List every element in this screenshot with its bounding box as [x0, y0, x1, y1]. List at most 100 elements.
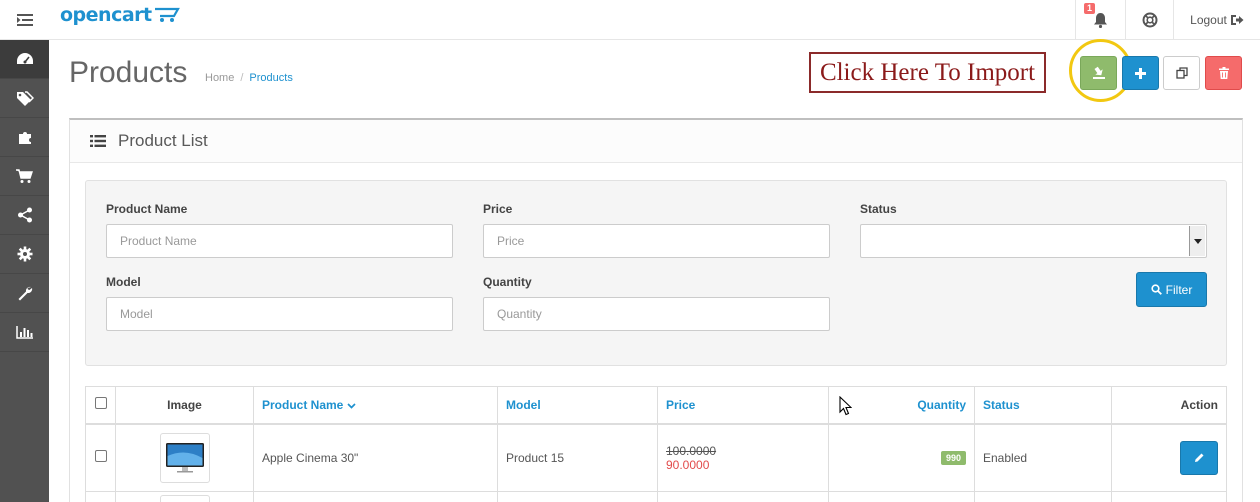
- panel-heading: Product List: [70, 120, 1242, 163]
- puzzle-icon: [18, 132, 31, 144]
- product-name-label: Product Name: [106, 202, 188, 216]
- search-icon: [1151, 284, 1162, 295]
- product-thumbnail: [159, 432, 210, 483]
- logout-button[interactable]: Logout: [1173, 0, 1260, 40]
- row-select-cell: [85, 491, 116, 502]
- product-table: Image Product Name Model Price Quantity …: [85, 386, 1227, 502]
- pencil-icon: [1194, 453, 1203, 463]
- row-quantity-cell: [828, 491, 975, 502]
- page-title: Products: [69, 56, 188, 89]
- menu-icon: [16, 14, 33, 26]
- sign-out-icon: [1230, 15, 1244, 25]
- opencart-logo[interactable]: opencart: [60, 4, 180, 26]
- col-product-name-label: Product Name: [262, 397, 344, 412]
- bell-icon: [1094, 13, 1107, 28]
- product-thumbnail: [159, 494, 210, 502]
- breadcrumb: Home / Products: [205, 72, 293, 84]
- row-action-cell: [1111, 491, 1227, 502]
- row-quantity-cell: 990: [828, 423, 975, 492]
- col-action: Action: [1111, 386, 1227, 425]
- row-status: Enabled: [974, 423, 1112, 492]
- sort-down-icon: [347, 403, 356, 409]
- row-special-price: 90.0000: [666, 457, 710, 472]
- select-arrow[interactable]: [1189, 226, 1205, 256]
- import-callout: Click Here To Import: [809, 52, 1046, 93]
- add-product-button[interactable]: [1122, 56, 1159, 90]
- model-label: Model: [106, 275, 141, 289]
- monitor-image: [165, 442, 204, 473]
- trash-icon: [1218, 67, 1229, 79]
- sidebar-item-extensions[interactable]: [0, 118, 49, 157]
- row-action-cell: [1111, 423, 1227, 492]
- sidebar-item-reports[interactable]: [0, 313, 49, 352]
- sidebar: [0, 40, 49, 502]
- quantity-input[interactable]: Quantity: [483, 297, 830, 331]
- gear-icon: [17, 246, 32, 262]
- filter-button-label: Filter: [1165, 282, 1193, 297]
- select-all-checkbox[interactable]: [94, 397, 107, 410]
- edit-button[interactable]: [1180, 440, 1218, 475]
- col-status[interactable]: Status: [974, 386, 1112, 425]
- copy-product-button[interactable]: [1163, 56, 1200, 90]
- col-model[interactable]: Model: [497, 386, 658, 425]
- copy-icon: [1175, 67, 1188, 79]
- tags-icon: [16, 90, 34, 106]
- price-label: Price: [483, 202, 513, 216]
- list-icon: [90, 135, 106, 147]
- bar-chart-icon: [15, 326, 33, 339]
- sidebar-item-system[interactable]: [0, 235, 49, 274]
- cart-icon: [16, 168, 33, 183]
- menu-toggle-button[interactable]: [0, 0, 49, 40]
- filter-button[interactable]: Filter: [1136, 272, 1207, 307]
- col-image: Image: [115, 386, 254, 425]
- product-list-panel: Product List Product Name Product Name P…: [69, 118, 1243, 502]
- row-price: 100.0000: [666, 443, 717, 458]
- product-name-input[interactable]: Product Name: [106, 224, 453, 258]
- row-product-name: [253, 491, 498, 502]
- notification-badge: 1: [1084, 3, 1096, 14]
- row-select-cell: [85, 423, 116, 492]
- sidebar-item-tools[interactable]: [0, 274, 49, 313]
- table-row: Apple Cinema 30" Product 15 100.0000 90.…: [85, 423, 1227, 492]
- logo-cart-icon: [154, 7, 180, 22]
- life-ring-icon: [1142, 12, 1157, 28]
- col-price[interactable]: Price: [657, 386, 829, 425]
- sidebar-item-sales[interactable]: [0, 157, 49, 196]
- mouse-cursor-icon: [839, 396, 852, 416]
- row-status: [974, 491, 1112, 502]
- model-input[interactable]: Model: [106, 297, 453, 331]
- row-model: Product 15: [497, 423, 658, 492]
- status-select[interactable]: [860, 224, 1207, 258]
- dashboard-icon: [16, 53, 33, 64]
- delete-product-button[interactable]: [1205, 56, 1242, 90]
- row-price-cell: [657, 491, 829, 502]
- sidebar-item-dashboard[interactable]: [0, 40, 49, 79]
- sidebar-item-catalog[interactable]: [0, 79, 49, 118]
- notifications-button[interactable]: 1: [1075, 0, 1125, 40]
- plus-icon: [1135, 67, 1146, 79]
- logo-text: opencart: [60, 4, 152, 26]
- quantity-badge: 990: [940, 451, 966, 466]
- breadcrumb-home[interactable]: Home: [205, 72, 234, 84]
- select-all-header: [85, 386, 116, 425]
- row-image-cell: [115, 423, 254, 492]
- filter-box: Product Name Product Name Price Price St…: [85, 180, 1227, 366]
- logout-label: Logout: [1190, 13, 1227, 27]
- caret-down-icon: [1193, 238, 1202, 244]
- panel-title: Product List: [118, 131, 208, 150]
- row-price-cell: 100.0000 90.0000: [657, 423, 829, 492]
- row-checkbox[interactable]: [94, 450, 107, 463]
- breadcrumb-products[interactable]: Products: [249, 72, 292, 84]
- wrench-icon: [18, 286, 32, 301]
- row-model: [497, 491, 658, 502]
- price-input[interactable]: Price: [483, 224, 830, 258]
- top-header: opencart 1 Logout: [0, 0, 1260, 40]
- share-icon: [17, 207, 32, 223]
- quantity-label: Quantity: [483, 275, 532, 289]
- status-label: Status: [860, 202, 897, 216]
- sidebar-item-marketing[interactable]: [0, 196, 49, 235]
- col-product-name[interactable]: Product Name: [253, 386, 498, 425]
- row-product-name: Apple Cinema 30": [253, 423, 498, 492]
- row-image-cell: [115, 491, 254, 502]
- help-button[interactable]: [1125, 0, 1173, 40]
